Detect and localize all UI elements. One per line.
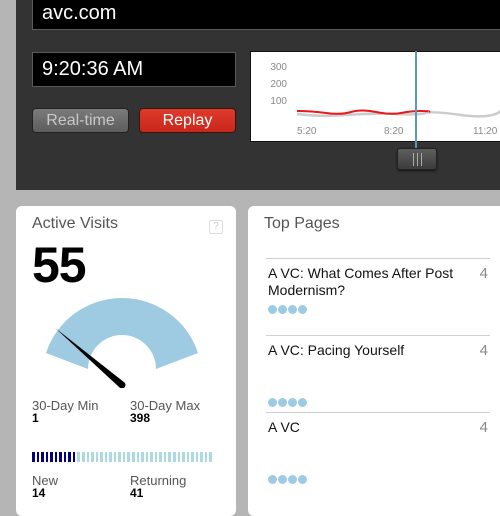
visitor-dot — [268, 475, 277, 484]
visitor-dot — [288, 398, 297, 407]
active-visits-card: Active Visits ? 55 30-Day Min 1 30-Day M… — [16, 206, 236, 516]
returning-visitor-segment — [127, 452, 131, 462]
active-visits-title: Active Visits — [32, 215, 118, 232]
page-visitor-dots — [268, 398, 307, 407]
page-item[interactable]: A VC: What Comes After Post Modernism? 4 — [266, 258, 490, 335]
page-visit-count: 4 — [479, 342, 488, 359]
top-pages-list: A VC: What Comes After Post Modernism? 4… — [266, 258, 490, 489]
returning-visitor-segment — [209, 452, 212, 462]
returning-visitor-segment — [145, 452, 149, 462]
returning-visitor-segment — [186, 452, 190, 462]
returning-visitor-segment — [204, 452, 208, 462]
new-returning-ratio-bar — [32, 452, 212, 462]
replay-button[interactable]: Replay — [139, 108, 236, 133]
returning-visitor-segment — [177, 452, 181, 462]
page-title[interactable]: A VC: Pacing Yourself — [268, 342, 468, 359]
page-item[interactable]: A VC 4 — [266, 412, 490, 489]
returning-visitor-segment — [172, 452, 176, 462]
x-tick-1120: 11:20 — [473, 126, 498, 137]
returning-visitor-segment — [200, 452, 203, 462]
new-visitor-segment — [32, 452, 35, 462]
new-visitor-segment — [59, 452, 62, 462]
page-visitor-dots — [268, 305, 307, 314]
returning-visitor-segment — [159, 452, 162, 462]
help-icon[interactable]: ? — [209, 220, 223, 234]
playhead-line — [415, 51, 417, 149]
visitor-dot — [288, 305, 297, 314]
returning-visitor-segment — [104, 452, 108, 462]
timeline-chart[interactable]: 300 200 100 5:20 8:20 11:20 — [250, 51, 500, 142]
returning-visitor-segment — [195, 452, 199, 462]
visitor-dot — [298, 305, 307, 314]
returning-visitor-segment — [77, 452, 81, 462]
y-tick-300: 300 — [270, 62, 287, 73]
new-visitor-segment — [45, 452, 49, 462]
current-time-display: 9:20:36 AM — [32, 52, 236, 87]
visitor-dot — [268, 398, 277, 407]
returning-visitor-segment — [100, 452, 103, 462]
gauge-arc — [46, 297, 198, 369]
visits-gauge — [46, 297, 198, 388]
returning-visitor-segment — [168, 452, 171, 462]
visitor-dot — [278, 398, 287, 407]
site-name-field: avc.com — [32, 0, 500, 30]
returning-visitor-segment — [113, 452, 117, 462]
min-label: 30-Day Min — [32, 398, 99, 413]
visitor-dot — [288, 475, 297, 484]
new-visitor-segment — [54, 452, 58, 462]
returning-value: 41 — [130, 486, 144, 500]
visitor-dot — [278, 475, 287, 484]
page-visit-count: 4 — [479, 419, 488, 436]
min-value: 1 — [32, 411, 39, 425]
returning-visitor-segment — [91, 452, 94, 462]
returning-visitor-segment — [118, 452, 121, 462]
new-visitor-segment — [50, 452, 53, 462]
active-visits-count: 55 — [32, 237, 87, 293]
visitor-dot — [298, 475, 307, 484]
new-visitor-segment — [68, 452, 71, 462]
returning-visitor-segment — [150, 452, 153, 462]
returning-visitor-segment — [141, 452, 144, 462]
new-visitor-segment — [72, 452, 76, 462]
top-pages-card: Top Pages A VC: What Comes After Post Mo… — [248, 206, 500, 516]
returning-visitor-segment — [82, 452, 85, 462]
max-value: 398 — [130, 411, 151, 425]
visitor-dot — [278, 305, 287, 314]
returning-visitor-segment — [136, 452, 140, 462]
new-visitor-segment — [41, 452, 44, 462]
x-tick-820: 8:20 — [384, 126, 404, 137]
returning-visitor-segment — [163, 452, 167, 462]
page-visitor-dots — [268, 475, 307, 484]
page-title[interactable]: A VC: What Comes After Post Modernism? — [268, 265, 468, 299]
returning-visitor-segment — [154, 452, 158, 462]
returning-visitor-segment — [122, 452, 126, 462]
page-title[interactable]: A VC — [268, 419, 468, 436]
returning-visitor-segment — [95, 452, 99, 462]
realtime-button[interactable]: Real-time — [32, 108, 129, 133]
top-pages-title: Top Pages — [264, 215, 340, 232]
visitor-dot — [268, 305, 277, 314]
new-visitor-segment — [63, 452, 67, 462]
y-tick-200: 200 — [270, 79, 287, 90]
returning-visitor-segment — [132, 452, 135, 462]
returning-visitor-segment — [182, 452, 185, 462]
page-item[interactable]: A VC: Pacing Yourself 4 — [266, 335, 490, 412]
returning-visitor-segment — [109, 452, 112, 462]
x-tick-520: 5:20 — [297, 126, 317, 137]
page-visit-count: 4 — [479, 265, 488, 282]
new-value: 14 — [32, 486, 46, 500]
returning-visitor-segment — [191, 452, 194, 462]
new-visitor-segment — [36, 452, 40, 462]
returning-visitor-segment — [86, 452, 90, 462]
visitor-dot — [298, 398, 307, 407]
scrub-handle[interactable] — [397, 148, 437, 170]
y-tick-100: 100 — [270, 96, 287, 107]
